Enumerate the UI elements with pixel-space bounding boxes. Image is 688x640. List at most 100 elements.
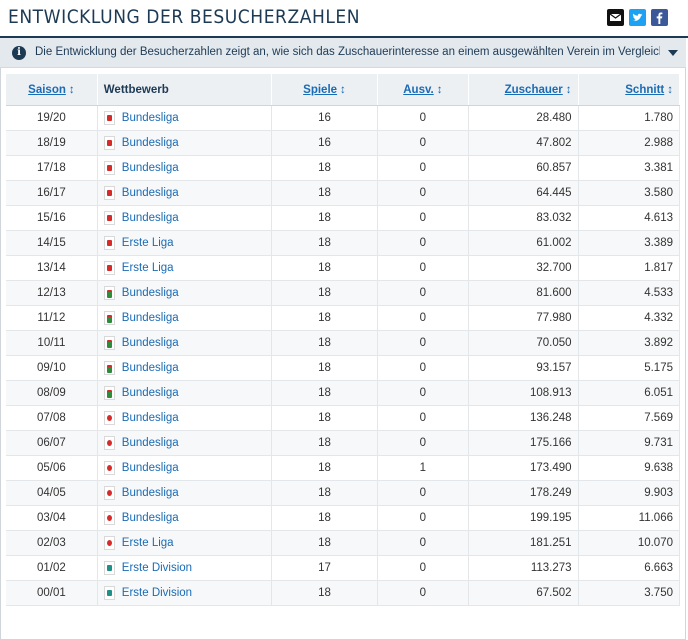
competition-link[interactable]: Erste Liga xyxy=(122,237,174,249)
competition-logo-icon xyxy=(103,186,115,200)
competition-link[interactable]: Bundesliga xyxy=(122,212,179,224)
table-row: 01/02 Erste Division 17 0 113.273 6.663 xyxy=(6,555,681,581)
games-cell: 16 xyxy=(271,130,378,156)
games-cell: 18 xyxy=(271,530,378,556)
column-header-sold-out[interactable]: Ausv. ↕ xyxy=(377,74,470,106)
competition-cell: Bundesliga xyxy=(97,130,273,156)
competition-link[interactable]: Erste Liga xyxy=(122,537,174,549)
competition-link[interactable]: Erste Division xyxy=(122,587,192,599)
competition-logo-icon xyxy=(103,161,115,175)
competition-logo-icon xyxy=(103,536,115,550)
games-cell: 16 xyxy=(271,105,378,131)
spectators-cell: 113.273 xyxy=(468,555,579,581)
table-row: 10/11 Bundesliga 18 0 70.050 3.892 xyxy=(6,330,681,356)
info-text: Die Entwicklung der Besucherzahlen zeigt… xyxy=(35,46,660,58)
competition-cell: Bundesliga xyxy=(97,205,273,231)
games-cell: 18 xyxy=(271,505,378,531)
competition-link[interactable]: Bundesliga xyxy=(122,412,179,424)
competition-cell: Erste Division xyxy=(97,555,273,581)
spectators-cell: 81.600 xyxy=(468,280,579,306)
competition-link[interactable]: Bundesliga xyxy=(122,112,179,124)
table-row: 04/05 Bundesliga 18 0 178.249 9.903 xyxy=(6,480,681,506)
competition-logo-icon xyxy=(103,486,115,500)
competition-cell: Bundesliga xyxy=(97,280,273,306)
competition-logo-icon xyxy=(103,336,115,350)
games-cell: 18 xyxy=(271,180,378,206)
competition-link[interactable]: Bundesliga xyxy=(122,487,179,499)
competition-link[interactable]: Bundesliga xyxy=(122,187,179,199)
sort-icon: ↕ xyxy=(340,83,346,96)
competition-logo-icon xyxy=(103,411,115,425)
competition-cell: Bundesliga xyxy=(97,355,273,381)
column-header-average[interactable]: Schnitt ↕ xyxy=(578,74,681,106)
sold-out-cell: 0 xyxy=(377,155,470,181)
sort-icon: ↕ xyxy=(667,83,673,96)
average-cell: 7.569 xyxy=(578,405,681,431)
competition-link[interactable]: Bundesliga xyxy=(122,512,179,524)
average-cell: 3.892 xyxy=(578,330,681,356)
competition-link[interactable]: Bundesliga xyxy=(122,387,179,399)
average-cell: 4.613 xyxy=(578,205,681,231)
sold-out-cell: 0 xyxy=(377,180,470,206)
season-cell: 15/16 xyxy=(6,205,98,231)
column-header-games[interactable]: Spiele ↕ xyxy=(271,74,378,106)
facebook-icon[interactable] xyxy=(651,9,668,26)
competition-link[interactable]: Bundesliga xyxy=(122,287,179,299)
info-bar[interactable]: i Die Entwicklung der Besucherzahlen zei… xyxy=(0,38,686,68)
average-cell: 1.780 xyxy=(578,105,681,131)
competition-link[interactable]: Bundesliga xyxy=(122,337,179,349)
spectators-cell: 199.195 xyxy=(468,505,579,531)
competition-link[interactable]: Bundesliga xyxy=(122,137,179,149)
table-row: 08/09 Bundesliga 18 0 108.913 6.051 xyxy=(6,380,681,406)
average-cell: 5.175 xyxy=(578,355,681,381)
season-cell: 08/09 xyxy=(6,380,98,406)
competition-logo-icon xyxy=(103,361,115,375)
games-cell: 18 xyxy=(271,455,378,481)
competition-link[interactable]: Erste Division xyxy=(122,562,192,574)
competition-logo-icon xyxy=(103,111,115,125)
games-cell: 18 xyxy=(271,205,378,231)
table-row: 12/13 Bundesliga 18 0 81.600 4.533 xyxy=(6,280,681,306)
average-cell: 3.381 xyxy=(578,155,681,181)
competition-logo-icon xyxy=(103,236,115,250)
sold-out-cell: 0 xyxy=(377,255,470,281)
sold-out-cell: 0 xyxy=(377,580,470,606)
competition-link[interactable]: Erste Liga xyxy=(122,262,174,274)
competition-link[interactable]: Bundesliga xyxy=(122,437,179,449)
sold-out-cell: 0 xyxy=(377,105,470,131)
table-row: 13/14 Erste Liga 18 0 32.700 1.817 xyxy=(6,255,681,281)
games-cell: 18 xyxy=(271,255,378,281)
season-cell: 07/08 xyxy=(6,405,98,431)
table-row: 14/15 Erste Liga 18 0 61.002 3.389 xyxy=(6,230,681,256)
table-row: 03/04 Bundesliga 18 0 199.195 11.066 xyxy=(6,505,681,531)
competition-link[interactable]: Bundesliga xyxy=(122,462,179,474)
sold-out-cell: 0 xyxy=(377,380,470,406)
attendance-table: Saison ↕ Wettbewerb Spiele ↕ Ausv. ↕ Zuscha… xyxy=(6,74,681,606)
competition-logo-icon xyxy=(103,286,115,300)
games-cell: 18 xyxy=(271,580,378,606)
average-cell: 9.731 xyxy=(578,430,681,456)
twitter-icon[interactable] xyxy=(629,9,646,26)
spectators-cell: 61.002 xyxy=(468,230,579,256)
info-icon: i xyxy=(12,46,26,60)
spectators-cell: 181.251 xyxy=(468,530,579,556)
competition-link[interactable]: Bundesliga xyxy=(122,312,179,324)
competition-cell: Bundesliga xyxy=(97,330,273,356)
table-row: 02/03 Erste Liga 18 0 181.251 10.070 xyxy=(6,530,681,556)
sold-out-cell: 0 xyxy=(377,555,470,581)
spectators-cell: 28.480 xyxy=(468,105,579,131)
sold-out-cell: 0 xyxy=(377,330,470,356)
column-header-season[interactable]: Saison ↕ xyxy=(6,74,98,106)
season-cell: 12/13 xyxy=(6,280,98,306)
mail-icon[interactable] xyxy=(607,9,624,26)
column-header-spectators[interactable]: Zuschauer ↕ xyxy=(468,74,579,106)
season-cell: 02/03 xyxy=(6,530,98,556)
chevron-down-icon[interactable] xyxy=(668,50,678,56)
sold-out-cell: 0 xyxy=(377,280,470,306)
spectators-cell: 83.032 xyxy=(468,205,579,231)
season-cell: 14/15 xyxy=(6,230,98,256)
competition-logo-icon xyxy=(103,261,115,275)
competition-cell: Erste Liga xyxy=(97,255,273,281)
competition-link[interactable]: Bundesliga xyxy=(122,362,179,374)
competition-link[interactable]: Bundesliga xyxy=(122,162,179,174)
